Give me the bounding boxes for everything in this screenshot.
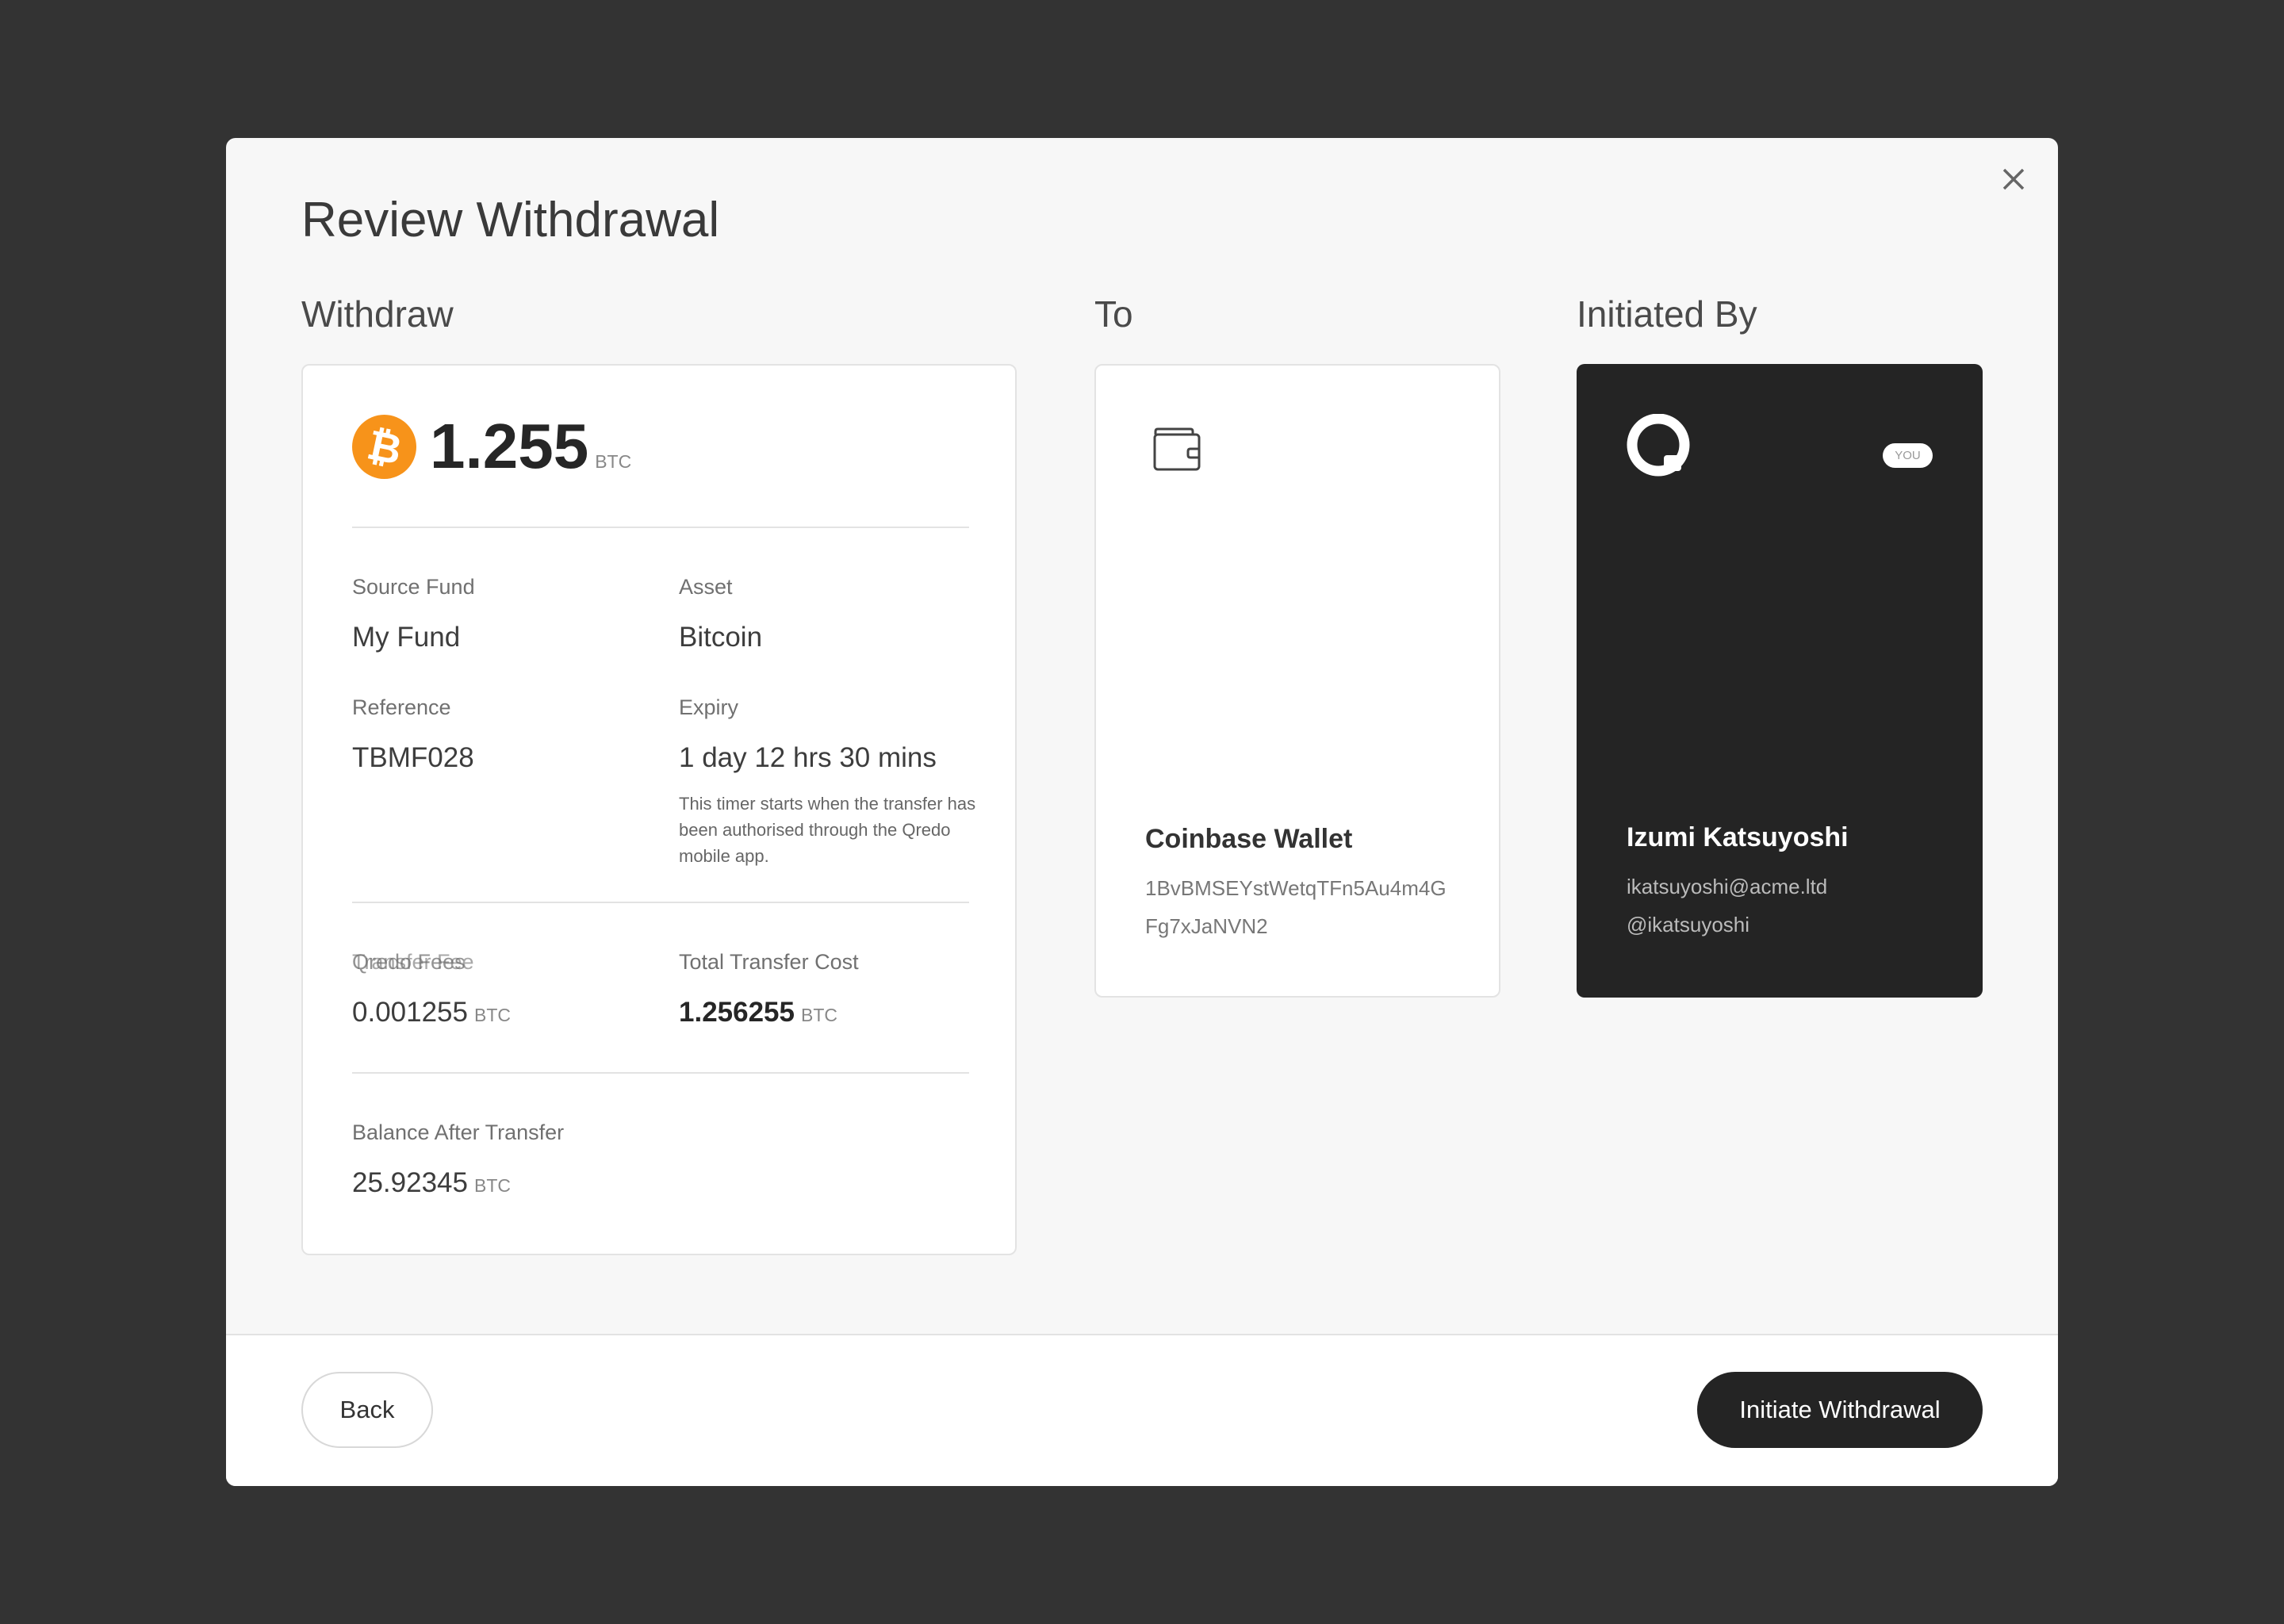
withdraw-amount: 1.255 BTC — [430, 410, 631, 483]
back-button[interactable]: Back — [301, 1372, 433, 1448]
you-badge: YOU — [1883, 443, 1933, 468]
balance-label: Balance After Transfer — [352, 1120, 565, 1144]
asset-value: Bitcoin — [679, 622, 763, 653]
to-heading: To — [1094, 293, 1133, 335]
divider — [352, 902, 969, 903]
total-amount: 1.256255 — [679, 997, 795, 1028]
modal-title: Review Withdrawal — [301, 193, 720, 247]
total-unit: BTC — [800, 1005, 837, 1025]
source-fund-value: My Fund — [352, 622, 461, 653]
initiated-by-heading: Initiated By — [1577, 293, 1757, 335]
total-cost-label: Total Transfer Cost — [679, 950, 859, 974]
balance-unit: BTC — [473, 1175, 511, 1196]
expiry-label: Expiry — [679, 695, 739, 719]
address-line-1: 1BvBMSEYstWetqTFn5Au4m4G — [1145, 876, 1447, 900]
total-cost-value: 1.256255 BTC — [679, 997, 837, 1028]
initiator-card: YOU Izumi Katsuyoshi ikatsuyoshi@acme.lt… — [1577, 364, 1983, 998]
divider — [352, 527, 969, 528]
reference-label: Reference — [352, 695, 451, 719]
review-withdrawal-modal: Review Withdrawal Withdraw To Initiated … — [226, 138, 2058, 1486]
balance-amount: 25.92345 — [352, 1167, 468, 1198]
destination-card: Coinbase Wallet 1BvBMSEYstWetqTFn5Au4m4G… — [1094, 364, 1500, 998]
source-fund-label: Source Fund — [352, 575, 475, 599]
transfer-fee-label: Transfer Fee — [352, 950, 474, 974]
fee-unit: BTC — [473, 1005, 511, 1025]
initiator-email: ikatsuyoshi@acme.ltd — [1627, 875, 1828, 898]
expiry-value: 1 day 12 hrs 30 mins — [679, 742, 937, 773]
qredo-logo — [1627, 413, 1693, 485]
withdraw-heading: Withdraw — [301, 293, 454, 335]
expiry-note: This timer starts when the transfer has … — [679, 794, 976, 866]
address-line-2: Fg7xJaNVN2 — [1145, 914, 1268, 938]
bitcoin-icon: ₿ — [352, 415, 416, 479]
wallet-icon — [1152, 427, 1201, 477]
fee-value: 0.001255 BTC — [352, 997, 511, 1028]
amount-value: 1.255 — [430, 411, 589, 481]
initiator-handle: @ikatsuyoshi — [1627, 913, 1750, 936]
initiator-name: Izumi Katsuyoshi — [1627, 822, 1849, 852]
modal-footer: Back Initiate Withdrawal — [226, 1334, 2058, 1486]
amount-unit: BTC — [595, 451, 632, 472]
svg-text:₿: ₿ — [366, 423, 404, 471]
balance-value: 25.92345 BTC — [352, 1167, 511, 1199]
reference-value: TBMF028 — [352, 742, 474, 773]
fee-amount: 0.001255 — [352, 997, 468, 1028]
initiate-withdrawal-button[interactable]: Initiate Withdrawal — [1697, 1372, 1983, 1448]
close-icon[interactable] — [1999, 165, 2028, 193]
withdraw-card: ₿ 1.255 BTC Source Fund My Fund Asset Bit… — [301, 364, 1017, 1255]
destination-name: Coinbase Wallet — [1145, 824, 1353, 854]
asset-label: Asset — [679, 575, 733, 599]
divider — [352, 1072, 969, 1074]
